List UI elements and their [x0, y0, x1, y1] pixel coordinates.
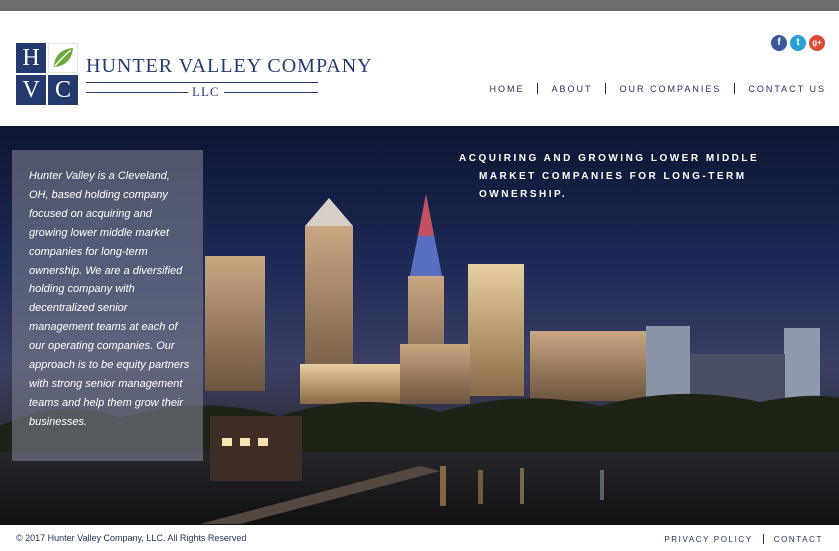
- tagline-line-1: Acquiring and growing lower middle: [459, 153, 760, 164]
- nav-divider: [605, 83, 607, 94]
- logo-suffix: LLC: [188, 84, 224, 100]
- logo-tile-v: V: [16, 75, 46, 105]
- facebook-icon[interactable]: f: [771, 35, 787, 51]
- footer-divider: [762, 534, 764, 544]
- tagline-line-2: market companies for long-term ownership…: [479, 171, 747, 200]
- hero-banner: Hunter Valley is a Cleveland, OH, based …: [0, 126, 839, 525]
- nav-about[interactable]: ABOUT: [551, 84, 592, 94]
- copyright-text: © 2017 Hunter Valley Company, LLC. All R…: [16, 533, 247, 543]
- logo-tile-h: H: [16, 43, 46, 73]
- leaf-icon: [48, 43, 78, 73]
- nav-contact-us[interactable]: CONTACT US: [748, 84, 826, 94]
- top-bar: [0, 0, 839, 11]
- about-panel: Hunter Valley is a Cleveland, OH, based …: [12, 150, 203, 461]
- hero-tagline: Acquiring and growing lower middle marke…: [444, 150, 828, 204]
- nav-our-companies[interactable]: OUR COMPANIES: [619, 84, 721, 94]
- nav-divider: [734, 83, 736, 94]
- main-nav: HOME ABOUT OUR COMPANIES CONTACT US: [489, 83, 826, 94]
- logo-company-name: HUNTER VALLEY COMPANY: [86, 55, 373, 77]
- nav-divider: [537, 83, 539, 94]
- site-header: H V C HUNTER VALLEY COMPANY LLC f t g+ H…: [0, 11, 839, 126]
- social-links: f t g+: [771, 35, 825, 51]
- privacy-policy-link[interactable]: PRIVACY POLICY: [664, 535, 752, 544]
- footer-contact-link[interactable]: CONTACT: [774, 535, 823, 544]
- company-logo[interactable]: H V C HUNTER VALLEY COMPANY LLC: [16, 43, 372, 116]
- logo-divider: [86, 82, 318, 83]
- footer-nav: PRIVACY POLICY CONTACT: [664, 534, 823, 544]
- twitter-icon[interactable]: t: [790, 35, 806, 51]
- logo-tile-c: C: [48, 75, 78, 105]
- logo-mark: H V C: [16, 43, 78, 105]
- site-footer: © 2017 Hunter Valley Company, LLC. All R…: [0, 525, 839, 551]
- google-plus-icon[interactable]: g+: [809, 35, 825, 51]
- nav-home[interactable]: HOME: [489, 84, 524, 94]
- about-text: Hunter Valley is a Cleveland, OH, based …: [29, 170, 190, 428]
